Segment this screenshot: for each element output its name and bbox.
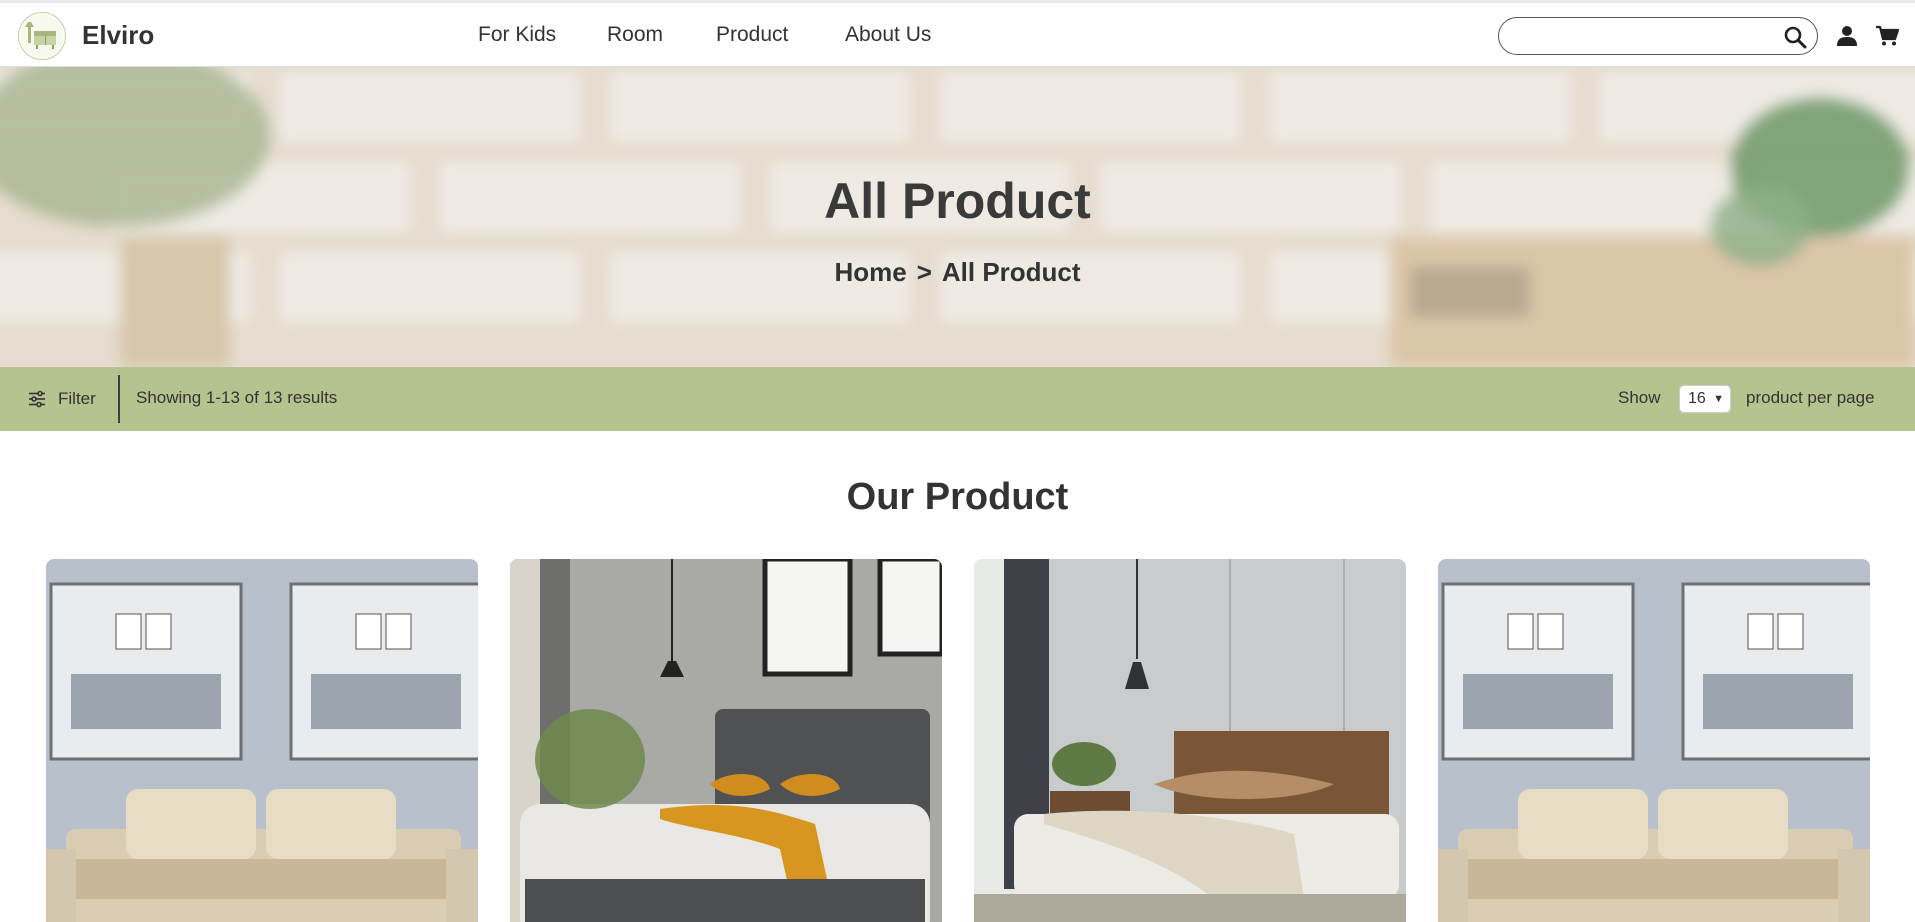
filter-button[interactable]: Filter	[28, 385, 96, 413]
furniture-logo-icon	[21, 15, 63, 57]
results-count: Showing 1-13 of 13 results	[136, 388, 338, 407]
user-icon[interactable]	[1836, 25, 1860, 49]
sofa-bed-image	[1438, 559, 1870, 922]
per-page-select[interactable]: 16 ▼	[1679, 385, 1731, 413]
breadcrumb-separator: >	[916, 257, 932, 287]
page-title: All Product	[824, 173, 1091, 229]
sliders-icon	[29, 390, 45, 408]
search-input[interactable]	[1513, 25, 1763, 47]
product-card-4[interactable]	[1438, 559, 1870, 922]
filter-toolbar: Filter Showing 1-13 of 13 results Show 1…	[0, 367, 1915, 431]
site-header: Elviro For Kids Room Product About Us	[0, 0, 1915, 67]
toolbar-divider	[118, 375, 120, 423]
upholstered-bed-image	[510, 559, 942, 922]
product-card-3[interactable]	[974, 559, 1406, 922]
brand-name[interactable]: Elviro	[82, 20, 154, 51]
filter-label: Filter	[58, 389, 96, 408]
breadcrumb-current: All Product	[941, 257, 1081, 287]
breadcrumb: Home > All Product	[0, 257, 1915, 288]
nav-product[interactable]: Product	[716, 23, 788, 47]
show-label: Show	[1618, 388, 1661, 407]
search-box	[1498, 17, 1818, 55]
breadcrumb-home[interactable]: Home	[834, 257, 906, 288]
per-page-label: product per page	[1746, 388, 1875, 407]
nav-room[interactable]: Room	[607, 23, 663, 47]
section-heading: Our Product	[846, 476, 1069, 518]
nav-about-us[interactable]: About Us	[845, 23, 931, 47]
product-card-2[interactable]	[510, 559, 942, 922]
product-card-1[interactable]	[46, 559, 478, 922]
cart-icon[interactable]	[1875, 25, 1900, 49]
nav-for-kids[interactable]: For Kids	[478, 23, 556, 47]
search-icon[interactable]	[1783, 25, 1807, 49]
per-page-value: 16	[1688, 390, 1706, 407]
chevron-down-icon: ▼	[1713, 393, 1724, 405]
hero-banner: All Product Home > All Product	[0, 67, 1915, 367]
brand-logo[interactable]	[18, 12, 66, 60]
sofa-bed-image	[46, 559, 478, 922]
wooden-bed-image	[974, 559, 1406, 922]
